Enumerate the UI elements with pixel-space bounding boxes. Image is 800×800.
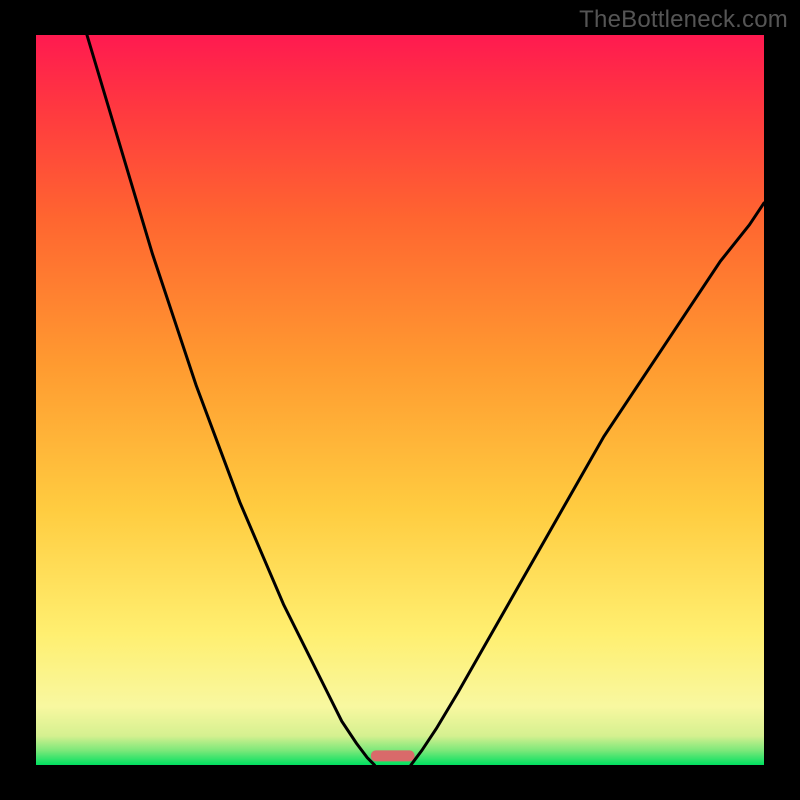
chart-container: TheBottleneck.com	[0, 0, 800, 800]
watermark-text: TheBottleneck.com	[579, 6, 788, 34]
optimal-marker	[371, 750, 415, 761]
chart-plot	[0, 0, 800, 800]
plot-area	[36, 35, 764, 765]
